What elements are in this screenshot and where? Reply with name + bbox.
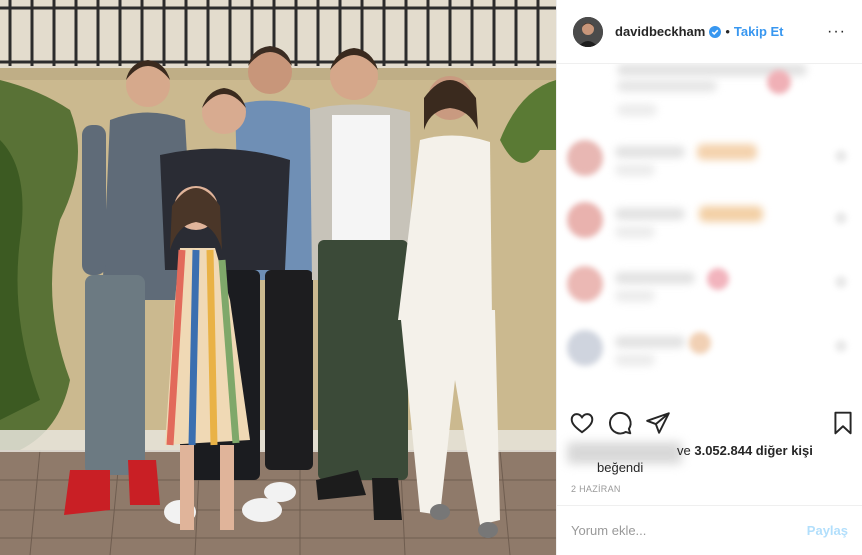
post-side-panel: davidbeckham • Takip Et ··· ve 3.052.844… bbox=[556, 0, 862, 555]
instagram-post-view: davidbeckham • Takip Et ··· ve 3.052.844… bbox=[0, 0, 862, 555]
post-actions bbox=[557, 408, 862, 438]
person-4 bbox=[310, 48, 412, 520]
header-separator: • bbox=[725, 24, 730, 39]
comment-input[interactable] bbox=[571, 523, 791, 538]
comment-icon[interactable] bbox=[607, 410, 633, 436]
likes-prefix: ve bbox=[677, 443, 691, 458]
profile-avatar[interactable] bbox=[573, 16, 603, 47]
likes-suffix: beğendi bbox=[597, 460, 644, 475]
username-link[interactable]: davidbeckham bbox=[615, 24, 705, 39]
post-header: davidbeckham • Takip Et ··· bbox=[557, 0, 862, 64]
share-button[interactable]: Paylaş bbox=[807, 523, 848, 538]
comment-item bbox=[567, 330, 847, 378]
comments-list bbox=[557, 64, 862, 404]
share-icon[interactable] bbox=[645, 410, 671, 436]
comment-item bbox=[567, 140, 847, 188]
family-photo-illustration bbox=[0, 0, 556, 555]
add-comment-bar: Paylaş bbox=[557, 505, 862, 555]
avatar-image bbox=[573, 16, 603, 47]
verified-badge-icon bbox=[709, 25, 722, 38]
likes-count-text: 3.052.844 diğer kişi bbox=[694, 443, 813, 458]
post-date[interactable]: 2 HAZİRAN bbox=[571, 484, 621, 494]
comment-item bbox=[567, 64, 847, 116]
more-options-icon[interactable]: ··· bbox=[827, 23, 846, 41]
likes-count[interactable]: ve 3.052.844 diğer kişi bbox=[677, 443, 813, 458]
comment-item bbox=[567, 266, 847, 314]
comment-item bbox=[567, 202, 847, 250]
follow-button[interactable]: Takip Et bbox=[734, 24, 784, 39]
heart-icon[interactable] bbox=[569, 410, 595, 436]
bookmark-icon[interactable] bbox=[830, 410, 856, 436]
likes-summary: ve 3.052.844 diğer kişi beğendi bbox=[567, 440, 857, 480]
post-photo[interactable] bbox=[0, 0, 556, 555]
